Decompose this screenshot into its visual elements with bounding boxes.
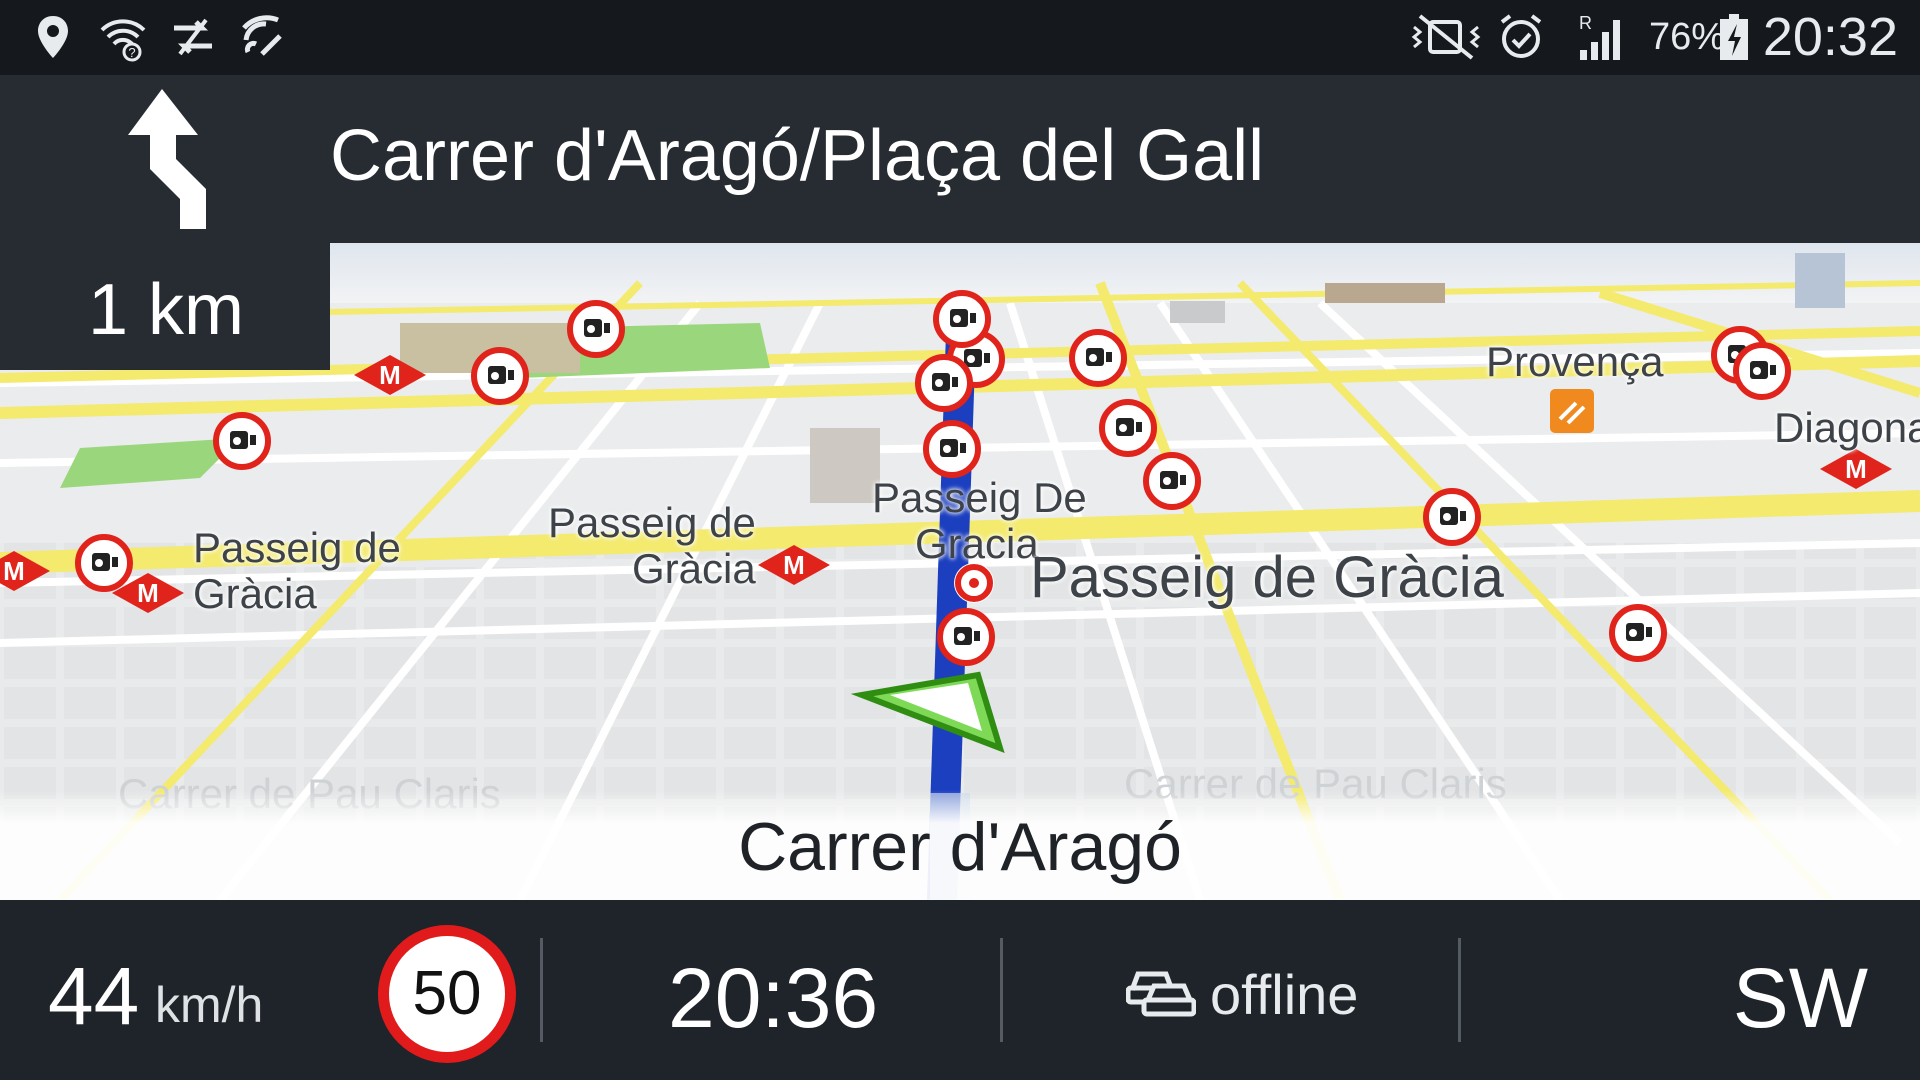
compass-heading: SW <box>1732 951 1868 1045</box>
building-3d <box>1795 253 1845 308</box>
wifi-question-icon: ? <box>100 19 146 62</box>
speed-camera-icon <box>1143 452 1201 510</box>
svg-text:?: ? <box>128 45 135 60</box>
trip-info-bar[interactable]: 44 km/h 50 20:36 offline SW <box>0 900 1920 1080</box>
speed-camera-icon <box>1733 342 1791 400</box>
speed-camera-icon <box>213 412 271 470</box>
speed-camera-icon <box>75 534 133 592</box>
alarm-clock-icon <box>1500 14 1542 58</box>
status-bar: ? R 76% 20:32 <box>0 0 1920 75</box>
speed-camera-icon <box>915 354 973 412</box>
building-3d <box>1325 283 1445 303</box>
distance-to-turn-panel: 1 km <box>0 243 330 370</box>
svg-text:M: M <box>1845 454 1867 484</box>
building-3d <box>810 428 880 503</box>
svg-text:M: M <box>3 556 25 586</box>
status-clock: 20:32 <box>1762 7 1898 67</box>
location-pin-icon <box>38 16 68 58</box>
swap-arrows-icon <box>174 18 212 56</box>
speed-camera-icon <box>1099 399 1157 457</box>
route-waypoint-icon <box>954 563 994 603</box>
speed-camera-icon <box>471 347 529 405</box>
speed-camera-icon <box>923 420 981 478</box>
speed-camera-icon <box>933 290 991 348</box>
label-passeig-de-gracia-center-2: Gràcia <box>632 545 756 592</box>
svg-text:M: M <box>379 360 401 390</box>
speed-camera-icon <box>1609 604 1667 662</box>
label-diagonal: Diagona <box>1774 404 1920 451</box>
label-passeig-de-gracia-left-1: Passeig de <box>193 524 401 571</box>
traffic-status[interactable]: offline <box>1210 962 1358 1027</box>
divider <box>540 938 543 1042</box>
speed-camera-icon <box>1423 488 1481 546</box>
speed-camera-icon <box>567 300 625 358</box>
speed-limit-sign: 50 <box>378 925 516 1063</box>
divider <box>1000 938 1003 1042</box>
traffic-cars-icon <box>1126 971 1196 1017</box>
label-passeig-de-gracia-main: Passeig de Gràcia <box>1030 545 1504 610</box>
label-passeig-de-gracia-route-1: Passeig De <box>872 474 1087 521</box>
label-passeig-de-gracia-left-2: Gràcia <box>193 570 317 617</box>
battery-percent: 76% <box>1648 16 1725 58</box>
signal-roaming-icon: R <box>1579 13 1620 60</box>
current-speed: 44 <box>48 951 140 1042</box>
arrival-time[interactable]: 20:36 <box>668 950 878 1047</box>
speed-camera-icon <box>1069 329 1127 387</box>
current-street-name: Carrer d'Aragó <box>738 809 1182 885</box>
poi-icon <box>1550 389 1594 433</box>
roaming-indicator: R <box>1579 13 1592 33</box>
svg-text:M: M <box>783 550 805 580</box>
speed-unit: km/h <box>155 977 264 1033</box>
mute-vibrate-icon <box>1411 14 1481 60</box>
divider <box>1458 938 1461 1042</box>
label-provenca: Provença <box>1486 338 1664 385</box>
next-instruction-panel[interactable]: Carrer d'Aragó/Plaça del Gall <box>0 75 1920 243</box>
battery-charging-icon <box>1720 14 1748 60</box>
label-passeig-de-gracia-route-2: Gracia <box>915 520 1039 567</box>
building-3d <box>1170 301 1225 323</box>
next-street-name: Carrer d'Aragó/Plaça del Gall <box>330 116 1265 196</box>
keep-left-arrow-icon <box>128 89 206 229</box>
svg-text:M: M <box>137 578 159 608</box>
nfc-icon <box>242 15 282 56</box>
speed-camera-icon <box>937 608 995 666</box>
current-street-panel: Carrer d'Aragó <box>0 790 1920 900</box>
distance-to-turn: 1 km <box>88 270 245 350</box>
label-passeig-de-gracia-center-1: Passeig de <box>548 499 756 546</box>
